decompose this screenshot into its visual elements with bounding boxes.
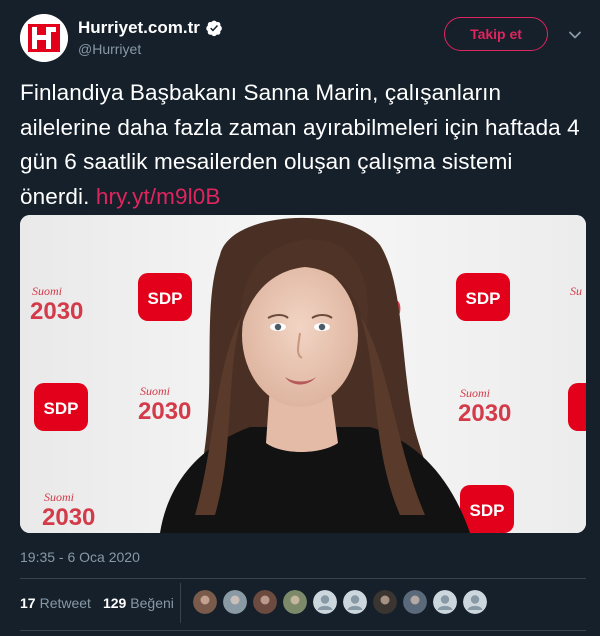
retweet-count[interactable]: 17 Retweet [20,595,91,611]
svg-text:Suomi: Suomi [140,384,170,398]
liker-avatar[interactable] [313,590,337,614]
svg-text:SDP: SDP [148,289,183,308]
hurriyet-logo-avatar[interactable] [20,14,68,62]
svg-text:Su: Su [570,284,582,298]
liker-avatar[interactable] [343,590,367,614]
svg-text:2030: 2030 [138,398,191,425]
tweet-timestamp[interactable]: 19:35 - 6 Oca 2020 [20,549,140,565]
liker-avatar[interactable] [463,590,487,614]
tweet-text: Finlandiya Başbakanı Sanna Marin, çalışa… [20,76,585,214]
press-photo-image: SDP SDP SDP SDP Suomi 2030 Suomi 2030 Su… [20,215,586,533]
like-number: 129 [102,595,127,611]
retweet-label: Retweet [39,595,91,611]
svg-text:SDP: SDP [470,501,505,520]
svg-text:2030: 2030 [30,298,83,325]
liked-by-avatars [193,590,493,614]
liker-avatar[interactable] [403,590,427,614]
liker-avatar[interactable] [193,590,217,614]
display-name[interactable]: Hurriyet.com.tr [78,18,200,38]
liker-avatar[interactable] [373,590,397,614]
tweet-header: Hurriyet.com.tr @Hurriyet Takip et [0,0,600,72]
liker-avatar[interactable] [283,590,307,614]
account-handle[interactable]: @Hurriyet [78,41,141,57]
like-label: Beğeni [130,595,174,611]
follow-button[interactable]: Takip et [444,17,548,51]
svg-text:Suomi: Suomi [44,490,74,504]
svg-text:2030: 2030 [458,400,511,427]
svg-text:2030: 2030 [42,504,95,531]
liker-avatar[interactable] [433,590,457,614]
divider-bottom [20,630,586,631]
chevron-down-icon[interactable] [568,28,582,42]
stats-separator [180,583,181,623]
svg-text:Suomi: Suomi [32,284,62,298]
hurriyet-logo-icon [20,14,68,62]
tweet-photo[interactable]: SDP SDP SDP SDP Suomi 2030 Suomi 2030 Su… [20,215,586,533]
liker-avatar[interactable] [253,590,277,614]
retweet-number: 17 [20,595,36,611]
tweet-link[interactable]: hry.yt/m9l0B [96,184,221,209]
verified-badge-icon [206,20,222,37]
svg-text:Suomi: Suomi [460,386,490,400]
svg-text:SDP: SDP [466,289,501,308]
svg-text:SDP: SDP [44,399,79,418]
engagement-stats: 17 Retweet 129 Beğeni [20,595,174,611]
liker-avatar[interactable] [223,590,247,614]
divider-top [20,578,586,579]
like-count[interactable]: 129 Beğeni [103,595,174,611]
